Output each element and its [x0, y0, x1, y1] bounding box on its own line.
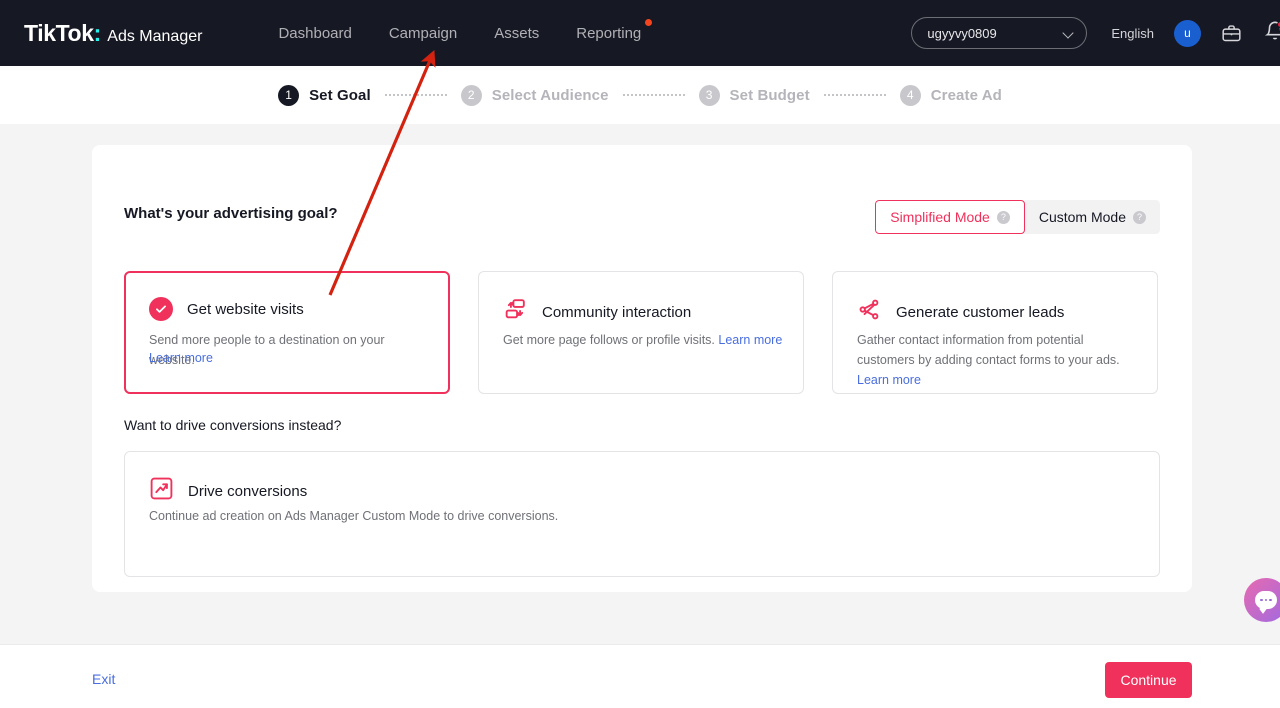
main-nav: Dashboard Campaign Assets Reporting: [276, 18, 676, 48]
learn-more-link[interactable]: Learn more: [149, 351, 213, 365]
goal-selection-card: What's your advertising goal? Simplified…: [92, 145, 1192, 592]
chat-support-widget[interactable]: [1244, 578, 1280, 622]
nav-item-assets[interactable]: Assets: [492, 19, 541, 48]
step-label: Create Ad: [930, 86, 1002, 104]
nav-item-campaign[interactable]: Campaign: [387, 19, 459, 48]
check-circle-icon: [149, 297, 173, 321]
mode-label: Simplified Mode: [890, 209, 990, 225]
goal-description: Gather contact information from potentia…: [857, 330, 1137, 390]
conversions-header: Drive conversions: [149, 476, 307, 506]
bell-icon[interactable]: [1264, 20, 1280, 47]
top-bar-right-controls: ugyyvy0809 English u: [911, 0, 1280, 66]
mode-label: Custom Mode: [1038, 209, 1126, 225]
logo-subtitle: Ads Manager: [107, 27, 203, 45]
goal-card-website-visits[interactable]: Get website visits Send more people to a…: [124, 271, 450, 394]
drive-conversions-card[interactable]: Drive conversions Continue ad creation o…: [124, 451, 1160, 577]
help-icon[interactable]: ?: [996, 210, 1010, 224]
continue-button[interactable]: Continue: [1105, 662, 1192, 698]
nav-label: Dashboard: [278, 24, 352, 42]
language-label: English: [1111, 25, 1154, 41]
nav-label: Assets: [494, 24, 540, 42]
goal-title: Get website visits: [187, 300, 304, 318]
goal-title: Generate customer leads: [896, 303, 1065, 321]
step-set-goal[interactable]: 1 Set Goal: [278, 84, 371, 106]
goal-card-customer-leads[interactable]: Generate customer leads Gather contact i…: [832, 271, 1158, 394]
avatar-initial: u: [1184, 26, 1191, 40]
mode-toggle: Simplified Mode ? Custom Mode ?: [875, 200, 1160, 234]
goal-header: Community interaction: [503, 297, 691, 327]
learn-more-link[interactable]: Learn more: [718, 333, 782, 347]
learn-more-link[interactable]: Learn more: [857, 373, 921, 387]
step-connector: [622, 94, 685, 96]
step-select-audience[interactable]: 2 Select Audience: [460, 84, 609, 106]
conversions-title: Drive conversions: [188, 482, 308, 500]
step-number: 2: [460, 84, 482, 106]
step-number: 4: [899, 84, 921, 106]
goal-header: Get website visits: [149, 297, 304, 321]
step-connector: [823, 94, 886, 96]
notification-dot-icon: [645, 18, 653, 26]
step-label: Select Audience: [491, 86, 609, 104]
chat-bubble-icon: [1255, 591, 1277, 609]
step-number: 3: [698, 84, 720, 106]
conversions-heading: Want to drive conversions instead?: [124, 417, 342, 433]
goal-header: Generate customer leads: [857, 297, 1064, 327]
logo-text: TikTok: [24, 19, 94, 46]
step-set-budget[interactable]: 3 Set Budget: [698, 84, 810, 106]
goal-description-text: Gather contact information from potentia…: [857, 333, 1120, 367]
language-selector[interactable]: English: [1111, 26, 1154, 41]
step-connector: [384, 94, 447, 96]
tiktok-ads-manager-logo[interactable]: TikTok : Ads Manager: [24, 20, 202, 47]
step-create-ad[interactable]: 4 Create Ad: [899, 84, 1002, 106]
step-label: Set Goal: [309, 86, 371, 104]
page-body: What's your advertising goal? Simplified…: [0, 124, 1280, 644]
top-navigation-bar: TikTok : Ads Manager Dashboard Campaign …: [0, 0, 1280, 66]
help-icon[interactable]: ?: [1133, 210, 1146, 224]
step-label: Set Budget: [729, 86, 810, 104]
progress-stepper: 1 Set Goal 2 Select Audience 3 Set Budge…: [0, 66, 1280, 124]
footer-bar: Exit Continue: [0, 644, 1280, 708]
account-selector[interactable]: ugyyvy0809: [911, 17, 1088, 49]
logo-colon: :: [93, 19, 102, 46]
goal-options-list: Get website visits Send more people to a…: [124, 271, 1186, 394]
page-title: What's your advertising goal?: [124, 205, 338, 222]
briefcase-icon[interactable]: [1221, 23, 1242, 44]
chevron-down-icon: [1064, 28, 1074, 38]
tab-simplified-mode[interactable]: Simplified Mode ?: [875, 200, 1025, 234]
nav-item-dashboard[interactable]: Dashboard: [276, 19, 353, 48]
account-name: ugyyvy0809: [927, 25, 997, 41]
avatar[interactable]: u: [1174, 19, 1201, 47]
nav-item-reporting[interactable]: Reporting: [574, 18, 653, 48]
nav-label: Campaign: [388, 24, 458, 42]
goal-description: Get more page follows or profile visits.…: [503, 330, 783, 350]
tab-custom-mode[interactable]: Custom Mode ?: [1021, 200, 1160, 234]
nav-label: Reporting: [576, 24, 642, 42]
goal-description-text: Get more page follows or profile visits.: [503, 333, 715, 347]
goal-card-community-interaction[interactable]: Community interaction Get more page foll…: [478, 271, 804, 394]
community-interaction-icon: [503, 297, 528, 327]
conversions-description: Continue ad creation on Ads Manager Cust…: [149, 509, 559, 523]
trending-up-icon: [149, 476, 174, 506]
app-root: TikTok : Ads Manager Dashboard Campaign …: [0, 0, 1280, 708]
goal-title: Community interaction: [542, 303, 692, 321]
exit-link[interactable]: Exit: [92, 671, 115, 687]
step-number: 1: [278, 84, 300, 106]
leads-network-icon: [857, 297, 882, 327]
